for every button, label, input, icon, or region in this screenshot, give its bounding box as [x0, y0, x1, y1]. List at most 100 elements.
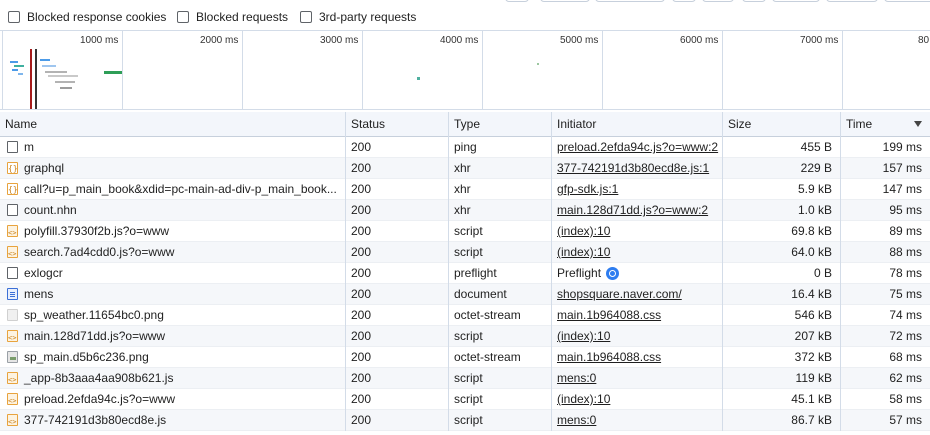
load-event-marker [35, 49, 37, 109]
third-party-checkbox[interactable]: 3rd-party requests [300, 10, 416, 24]
image-light-file-icon [7, 309, 18, 321]
initiator-link[interactable]: (index):10 [557, 329, 610, 343]
initiator-link[interactable]: mens:0 [557, 413, 596, 427]
column-header-status[interactable]: Status [345, 112, 448, 137]
toolbar-button[interactable] [505, 0, 529, 2]
table-row[interactable]: graphql 200xhr 377-742191d3b80ecd8e.js:1 22… [0, 158, 930, 179]
blocked-cookies-checkbox[interactable]: Blocked response cookies [8, 10, 166, 24]
initiator-link[interactable]: main.1b964088.css [557, 350, 661, 364]
initiator-link[interactable]: main.128d71dd.js?o=www:2 [557, 203, 708, 217]
table-row[interactable]: 377-742191d3b80ecd8e.js 200script mens:0 86… [0, 410, 930, 431]
column-header-time[interactable]: Time [840, 112, 930, 137]
table-row[interactable]: sp_weather.11654bc0.png 200 octet-stream ma… [0, 305, 930, 326]
cell-initiator[interactable]: (index):10 [551, 221, 722, 242]
initiator-link[interactable]: (index):10 [557, 392, 610, 406]
table-row[interactable]: count.nhn 200 xhr main.128d71dd.js?o=www:2 1… [0, 200, 930, 221]
cell-time: 95 ms [840, 200, 930, 221]
table-row[interactable]: m 200 ping preload.2efda94c.js?o=www:2 455 B… [0, 137, 930, 158]
overview-request-bar [12, 69, 18, 71]
cell-initiator[interactable]: mens:0 [551, 410, 722, 431]
toolbar-button[interactable] [672, 0, 696, 2]
cell-initiator[interactable]: (index):10 [551, 326, 722, 347]
table-row[interactable]: main.128d71dd.js?o=www 200script (index):1… [0, 326, 930, 347]
cell-status: 200 [345, 284, 448, 305]
toolbar-button[interactable] [742, 0, 766, 2]
cell-status: 200 [345, 179, 448, 200]
blocked-requests-checkbox[interactable]: Blocked requests [177, 10, 288, 24]
request-name: preload.2efda94c.js?o=www [24, 392, 176, 406]
toolbar-button[interactable] [826, 0, 878, 2]
cell-initiator[interactable]: main.128d71dd.js?o=www:2 [551, 200, 722, 221]
column-header-initiator[interactable]: Initiator [551, 112, 722, 137]
timeline-overview[interactable]: 1000 ms 2000 ms 3000 ms 4000 ms 5000 ms … [0, 30, 930, 110]
initiator-link[interactable]: mens:0 [557, 371, 596, 385]
checkbox-box[interactable] [8, 11, 20, 23]
script-file-icon [7, 370, 18, 389]
cell-name: preload.2efda94c.js?o=www [0, 389, 345, 410]
cell-size: 546 kB [722, 305, 840, 326]
cell-initiator[interactable]: main.1b964088.css [551, 347, 722, 368]
cell-name: call?u=p_main_book&xdid=pc-main-ad-div-p… [0, 179, 345, 200]
initiator-link[interactable]: preload.2efda94c.js?o=www:2 [557, 140, 718, 154]
cell-type: document [448, 284, 551, 305]
checkbox-box[interactable] [300, 11, 312, 23]
cell-initiator[interactable]: gfp-sdk.js:1 [551, 179, 722, 200]
initiator-link[interactable]: main.1b964088.css [557, 308, 661, 322]
cell-time: 72 ms [840, 326, 930, 347]
toolbar-button[interactable] [702, 0, 734, 2]
cell-initiator[interactable]: preload.2efda94c.js?o=www:2 [551, 137, 722, 158]
cell-time: 58 ms [840, 389, 930, 410]
initiator-link[interactable]: shopsquare.naver.com/ [557, 287, 682, 301]
toolbar-button[interactable] [595, 0, 665, 2]
cell-name: graphql [0, 158, 345, 179]
initiator-link[interactable]: (index):10 [557, 245, 610, 259]
table-row[interactable]: preload.2efda94c.js?o=www 200script (index… [0, 389, 930, 410]
table-row[interactable]: polyfill.37930f2b.js?o=www 200script (inde… [0, 221, 930, 242]
table-row[interactable]: call?u=p_main_book&xdid=pc-main-ad-div-p… [0, 179, 930, 200]
cell-initiator[interactable]: main.1b964088.css [551, 305, 722, 326]
cell-status: 200 [345, 263, 448, 284]
toolbar-button[interactable] [772, 0, 820, 2]
table-row[interactable]: sp_main.d5b6c236.png 200 octet-stream main.… [0, 347, 930, 368]
preflight-link-icon[interactable] [606, 267, 620, 280]
toolbar-button[interactable] [884, 0, 930, 2]
cell-size: 207 kB [722, 326, 840, 347]
plain-file-icon [7, 141, 18, 153]
cell-size: 1.0 kB [722, 200, 840, 221]
column-header-type[interactable]: Type [448, 112, 551, 137]
request-name: mens [24, 287, 54, 301]
cell-time: 75 ms [840, 284, 930, 305]
cell-status: 200 [345, 158, 448, 179]
cell-status: 200 [345, 221, 448, 242]
cell-name: _app-8b3aaa4aa908b621.js [0, 368, 345, 389]
blocked-requests-label: Blocked requests [196, 10, 289, 24]
cell-initiator[interactable]: (index):10 [551, 242, 722, 263]
cell-status: 200 [345, 200, 448, 221]
cell-initiator[interactable]: 377-742191d3b80ecd8e.js:1 [551, 158, 722, 179]
table-row[interactable]: _app-8b3aaa4aa908b621.js 200script mens:0 1… [0, 368, 930, 389]
toolbar-button[interactable] [540, 0, 590, 2]
cell-initiator[interactable]: (index):10 [551, 389, 722, 410]
overview-tick-label: 2000 ms [200, 35, 239, 46]
sort-descending-icon[interactable] [914, 121, 922, 127]
script-file-icon [7, 412, 18, 431]
overview-request-bar [40, 59, 50, 61]
table-row[interactable]: exlogcr 200 preflight Preflight 0 B 78 ms [0, 263, 930, 284]
cell-size: 45.1 kB [722, 389, 840, 410]
initiator-link[interactable]: (index):10 [557, 224, 610, 238]
table-row[interactable]: search.7ad4cdd0.js?o=www 200script (index)… [0, 242, 930, 263]
overview-request-bar [104, 71, 122, 74]
table-row[interactable]: mens 200 document shopsquare.naver.com/16.4… [0, 284, 930, 305]
initiator-link[interactable]: 377-742191d3b80ecd8e.js:1 [557, 161, 709, 175]
initiator-link[interactable]: gfp-sdk.js:1 [557, 182, 618, 196]
cell-name: m [0, 137, 345, 158]
cell-initiator[interactable]: shopsquare.naver.com/ [551, 284, 722, 305]
overview-request-bar [55, 81, 75, 83]
cell-type: script [448, 221, 551, 242]
request-name: main.128d71dd.js?o=www [24, 329, 166, 343]
column-header-size[interactable]: Size [722, 112, 840, 137]
cell-initiator[interactable]: mens:0 [551, 368, 722, 389]
cell-status: 200 [345, 137, 448, 158]
column-header-name[interactable]: Name [0, 112, 345, 137]
checkbox-box[interactable] [177, 11, 189, 23]
